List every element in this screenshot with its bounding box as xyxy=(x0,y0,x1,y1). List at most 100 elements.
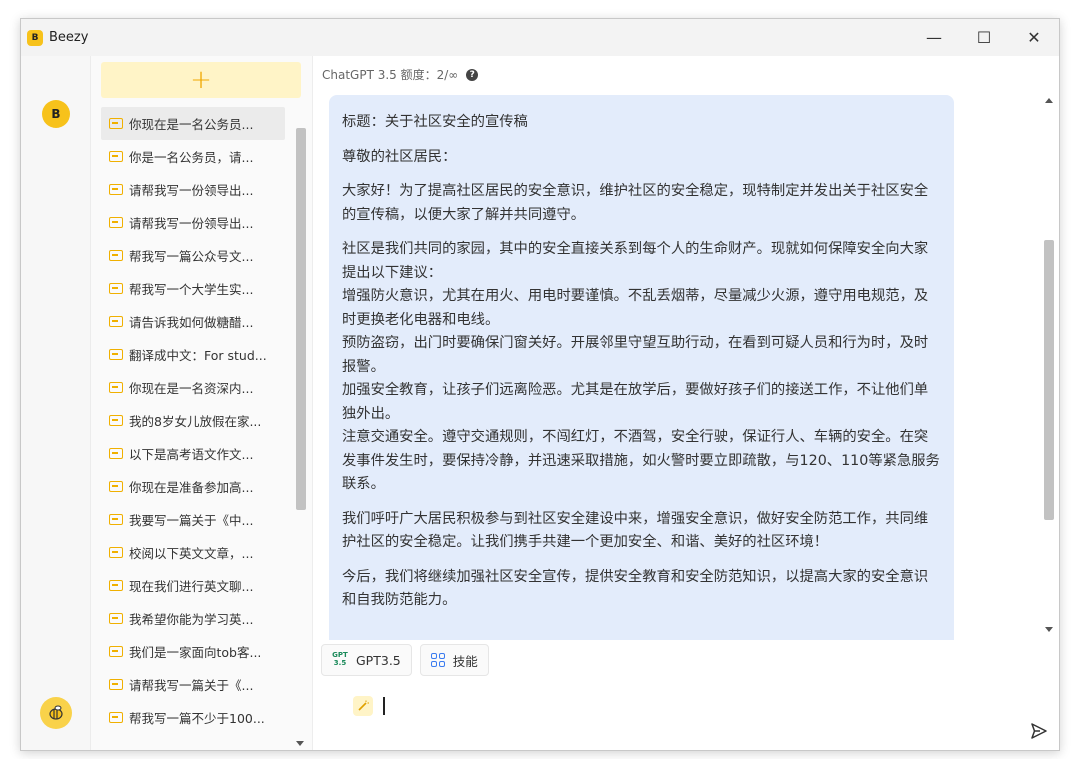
message-line: 注意交通安全。遵守交通规则，不闯红灯，不酒驾，安全行驶，保证行人、车辆的安全。在… xyxy=(342,429,940,492)
conversation-item[interactable]: 我要写一篇关于《中... xyxy=(101,503,285,536)
chat-bubble-icon xyxy=(109,481,123,492)
window-controls: — ☐ ✕ xyxy=(909,19,1059,56)
maximize-button[interactable]: ☐ xyxy=(959,19,1009,56)
conversation-title: 我们是一家面向tob客... xyxy=(129,645,262,660)
conversation-title: 你现在是一名资深内... xyxy=(129,381,254,396)
chat-bubble-icon xyxy=(109,514,123,525)
text-caret xyxy=(383,697,385,715)
chat-bubble-icon xyxy=(109,646,123,657)
conversation-item[interactable]: 你现在是准备参加高... xyxy=(101,470,285,503)
chat-bubble-icon xyxy=(109,679,123,690)
conversation-title: 我要写一篇关于《中... xyxy=(129,513,254,528)
help-icon[interactable]: ? xyxy=(466,68,479,81)
skills-button[interactable]: 技能 xyxy=(419,644,489,676)
wand-icon xyxy=(358,700,369,711)
conversation-item[interactable]: 帮我写一个大学生实... xyxy=(101,272,285,305)
conversation-title: 请帮我写一篇关于《... xyxy=(129,678,254,693)
conversation-item[interactable]: 我们是一家面向tob客... xyxy=(101,635,285,668)
scroll-up-arrow-icon[interactable] xyxy=(1045,98,1053,103)
conversation-item[interactable]: 校阅以下英文文章，... xyxy=(101,536,285,569)
conversation-title: 请帮我写一份领导出... xyxy=(129,216,254,231)
conversation-title: 帮我写一个大学生实... xyxy=(129,282,254,297)
conversation-item[interactable]: 现在我们进行英文聊... xyxy=(101,569,285,602)
beezy-logo-icon[interactable]: B xyxy=(42,100,70,128)
conversation-item[interactable]: 你现在是一名资深内... xyxy=(101,371,285,404)
conversation-title: 现在我们进行英文聊... xyxy=(129,579,254,594)
conversation-title: 你现在是准备参加高... xyxy=(129,480,254,495)
input-toolbar: GPT 3.5 GPT3.5 技能 xyxy=(321,644,489,676)
conversation-item[interactable]: 请帮我写一份领导出... xyxy=(101,206,285,239)
conversation-title: 请帮我写一份领导出... xyxy=(129,183,254,198)
skills-label: 技能 xyxy=(452,653,478,669)
chat-bubble-icon xyxy=(109,316,123,327)
conversation-title: 帮我写一篇公众号文... xyxy=(129,249,254,264)
conversation-title: 帮我写一篇不少于100... xyxy=(129,711,265,726)
message-scrollbar[interactable] xyxy=(1041,90,1057,640)
message-paragraph: 我们呼吁广大居民积极参与到社区安全建设中来，增强安全意识，做好安全防范工作，共同… xyxy=(342,510,929,551)
chat-bubble-icon xyxy=(109,184,123,195)
message-area: 标题：关于社区安全的宣传稿 尊敬的社区居民： 大家好！为了提高社区居民的安全意识… xyxy=(313,90,1059,640)
conversation-title: 请告诉我如何做糖醋... xyxy=(129,315,254,330)
quota-indicator: ChatGPT 3.5 额度：2/∞ ? xyxy=(322,66,479,83)
conversation-item[interactable]: 请告诉我如何做糖醋... xyxy=(101,305,285,338)
conversation-item[interactable]: 我希望你能为学习英... xyxy=(101,602,285,635)
icon-rail: B xyxy=(21,56,91,750)
conversation-title: 翻译成中文：For stud... xyxy=(129,348,267,363)
chat-bubble-icon xyxy=(109,382,123,393)
chat-bubble-icon xyxy=(109,712,123,723)
conversation-item[interactable]: 翻译成中文：For stud... xyxy=(101,338,285,371)
sidebar-scrollbar[interactable] xyxy=(293,118,309,748)
conversation-item[interactable]: 以下是高考语文作文... xyxy=(101,437,285,470)
conversation-item[interactable]: 帮我写一篇公众号文... xyxy=(101,239,285,272)
conversation-title: 我的8岁女儿放假在家... xyxy=(129,414,262,429)
magic-wand-icon[interactable] xyxy=(353,696,373,716)
send-icon xyxy=(1031,723,1047,739)
quota-text: ChatGPT 3.5 额度：2/∞ xyxy=(322,68,459,82)
gpt-model-icon: GPT 3.5 xyxy=(332,651,348,667)
conversation-title: 你是一名公务员，请... xyxy=(129,150,254,165)
conversation-list: 你现在是一名公务员... 你是一名公务员，请... 请帮我写一份领导出... 请… xyxy=(101,107,285,734)
skills-grid-icon xyxy=(430,653,445,667)
scroll-down-arrow-icon[interactable] xyxy=(1045,627,1053,632)
message-paragraph: 大家好！为了提高社区居民的安全意识，维护社区的安全稳定，现特制定并发出关于社区安… xyxy=(342,183,929,223)
app-logo-icon: B xyxy=(27,29,43,46)
chat-bubble-icon xyxy=(109,349,123,360)
chat-main: ChatGPT 3.5 额度：2/∞ ? 标题：关于社区安全的宣传稿 尊敬的社区… xyxy=(313,56,1059,750)
sidebar-scroll-thumb[interactable] xyxy=(296,128,306,510)
conversation-item[interactable]: 你现在是一名公务员... xyxy=(101,107,285,140)
message-input[interactable] xyxy=(353,696,385,716)
conversation-title: 我希望你能为学习英... xyxy=(129,612,254,627)
conversation-item[interactable]: 请帮我写一篇关于《... xyxy=(101,668,285,701)
model-select-button[interactable]: GPT 3.5 GPT3.5 xyxy=(321,644,412,676)
conversation-item[interactable]: 我的8岁女儿放假在家... xyxy=(101,404,285,437)
model-label: GPT3.5 xyxy=(356,652,401,668)
message-scroll-thumb[interactable] xyxy=(1044,240,1054,520)
chat-bubble-icon xyxy=(109,283,123,294)
message-paragraph: 尊敬的社区居民： xyxy=(342,148,457,165)
chat-bubble-icon xyxy=(109,250,123,261)
chat-bubble-icon xyxy=(109,415,123,426)
conversation-title: 以下是高考语文作文... xyxy=(129,447,254,462)
message-line: 社区是我们共同的家园，其中的安全直接关系到每个人的生命财产。现就如何保障安全向大… xyxy=(342,241,929,281)
message-line: 增强防火意识，尤其在用火、用电时要谨慎。不乱丢烟蒂，尽量减少火源，遵守用电规范，… xyxy=(342,288,929,328)
bee-icon xyxy=(49,705,63,720)
conversation-title: 你现在是一名公务员... xyxy=(129,117,254,132)
conversation-item[interactable]: 请帮我写一份领导出... xyxy=(101,173,285,206)
message-paragraph: 标题：关于社区安全的宣传稿 xyxy=(342,114,528,130)
conversation-item[interactable]: 帮我写一篇不少于100... xyxy=(101,701,285,734)
new-chat-button[interactable]: + xyxy=(101,62,301,98)
chat-bubble-icon xyxy=(109,613,123,624)
close-button[interactable]: ✕ xyxy=(1009,19,1059,56)
app-window: B Beezy — ☐ ✕ B + 你现在是一名公务员... 你是一名公务员，请… xyxy=(20,18,1060,751)
title-bar: B Beezy — ☐ ✕ xyxy=(21,19,1059,56)
minimize-button[interactable]: — xyxy=(909,19,959,56)
chat-bubble-icon xyxy=(109,151,123,162)
conversation-title: 校阅以下英文文章，... xyxy=(129,546,254,561)
scroll-down-arrow-icon[interactable] xyxy=(296,741,304,746)
send-button[interactable] xyxy=(1029,721,1049,741)
message-paragraph: 今后，我们将继续加强社区安全宣传，提供安全教育和安全防范知识，以提高大家的安全意… xyxy=(342,568,929,609)
chat-bubble-icon xyxy=(109,547,123,558)
bee-avatar-icon[interactable] xyxy=(40,697,72,729)
chat-bubble-icon xyxy=(109,580,123,591)
conversation-item[interactable]: 你是一名公务员，请... xyxy=(101,140,285,173)
